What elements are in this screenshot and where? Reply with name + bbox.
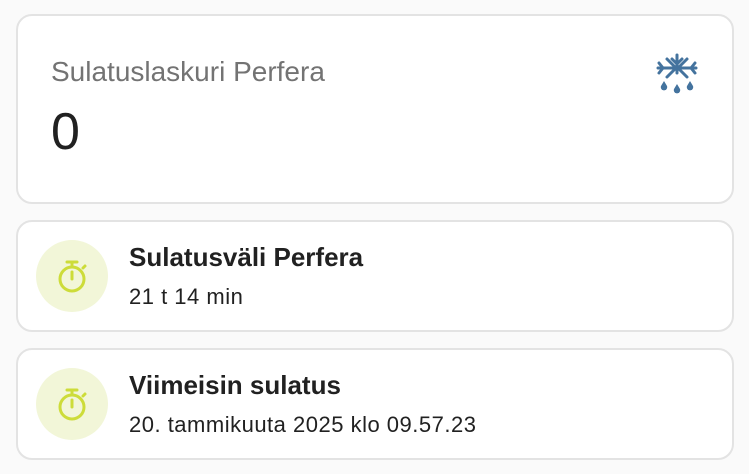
- snowflake-melt-icon: [656, 53, 698, 94]
- tile-state: 21 t 14 min: [129, 284, 244, 309]
- tile-state: 20. tammikuuta 2025 klo 09.57.23: [129, 412, 477, 437]
- tile-title: Sulatusväli Perfera: [129, 242, 364, 272]
- defrost-counter-card[interactable]: Sulatuslaskuri Perfera 0: [16, 14, 734, 204]
- timer-icon: [58, 260, 87, 293]
- tile-title: Viimeisin sulatus: [129, 370, 341, 400]
- timer-icon-badge[interactable]: [36, 368, 108, 440]
- timer-icon-badge[interactable]: [36, 240, 108, 312]
- tile-defrost-interval[interactable]: Sulatusväli Perfera 21 t 14 min: [16, 220, 734, 332]
- defrost-counter-name: Sulatuslaskuri Perfera: [51, 56, 325, 87]
- defrost-counter-value: 0: [51, 103, 80, 161]
- timer-icon: [58, 388, 87, 421]
- tile-last-defrost[interactable]: Viimeisin sulatus 20. tammikuuta 2025 kl…: [16, 348, 734, 460]
